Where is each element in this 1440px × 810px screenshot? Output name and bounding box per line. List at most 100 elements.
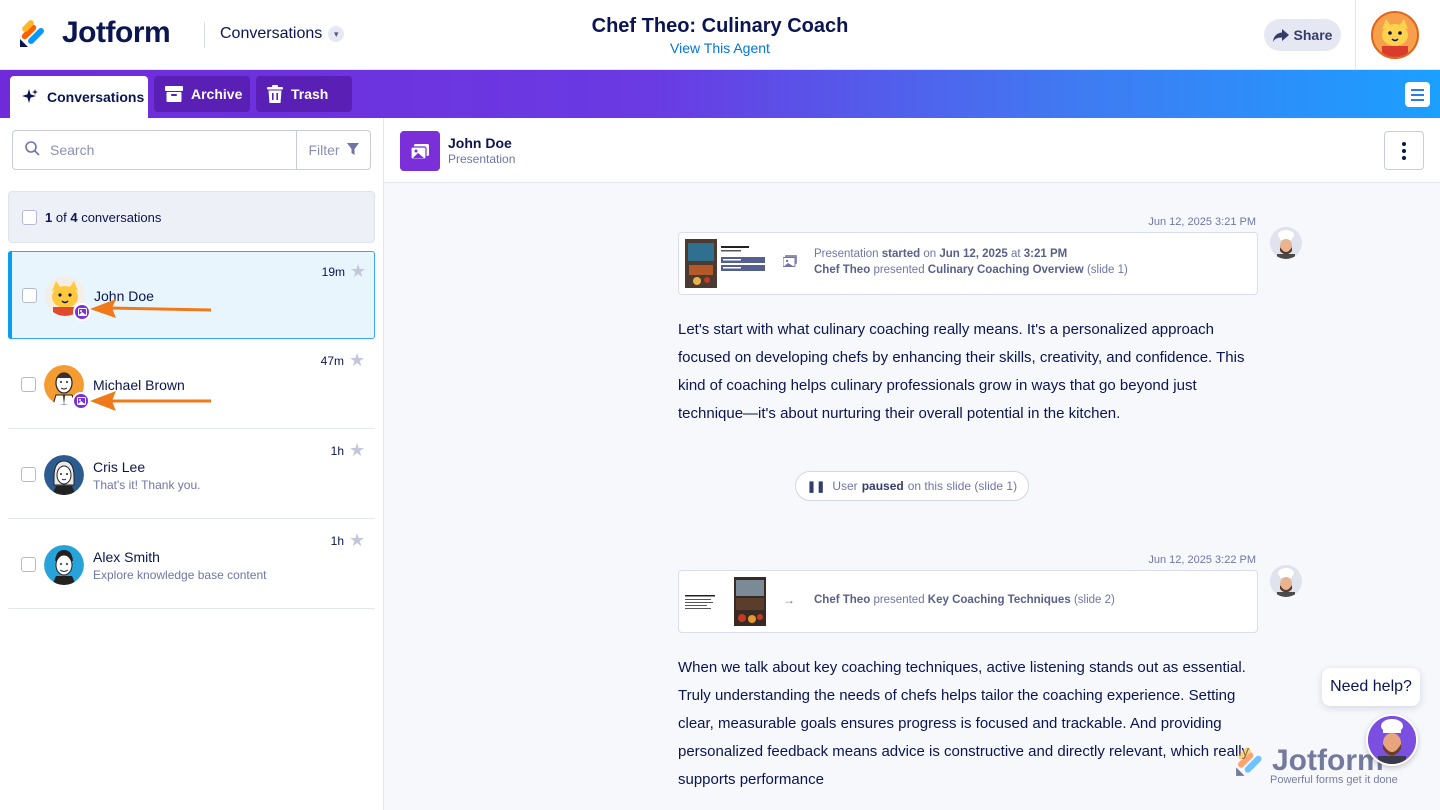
presentation-icon xyxy=(400,131,440,171)
chat-user-name: John Doe xyxy=(448,135,512,151)
text: at xyxy=(1010,248,1021,260)
hamburger-line xyxy=(1411,93,1424,96)
section-dropdown[interactable]: Conversations ▾ xyxy=(220,25,345,43)
share-arrow-icon xyxy=(1272,28,1289,42)
contact-name: Alex Smith xyxy=(93,549,160,565)
agent-message: Let's start with what culinary coaching … xyxy=(678,321,1245,422)
view-agent-link[interactable]: View This Agent xyxy=(520,40,920,56)
conversation-row[interactable]: John Doe 19m ★ xyxy=(8,251,375,339)
chat-user-subtitle: Presentation xyxy=(448,152,516,166)
hamburger-line xyxy=(1411,88,1424,91)
text: Jun 12, 2025 xyxy=(939,248,1008,260)
annotation-arrow xyxy=(90,299,212,318)
need-help-bubble[interactable]: Need help? xyxy=(1322,668,1420,706)
total-count: 4 xyxy=(70,209,78,225)
star-icon[interactable]: ★ xyxy=(349,440,365,461)
header-divider xyxy=(204,22,205,48)
header-divider-right xyxy=(1355,0,1356,70)
arrow-right-icon: → xyxy=(783,593,795,607)
star-icon[interactable]: ★ xyxy=(349,530,365,551)
text: presented xyxy=(873,264,925,276)
count-of: of xyxy=(55,209,67,225)
search-input[interactable] xyxy=(50,142,280,158)
pause-status-pill: ❚❚ User paused on this slide (slide 1) xyxy=(795,471,1029,501)
text: (slide 2) xyxy=(1073,594,1115,606)
count-suffix: conversations xyxy=(81,209,162,225)
brand-name: Jotform xyxy=(62,16,171,49)
event-line-presented: Chef Theo presented Key Coaching Techniq… xyxy=(814,594,1115,606)
agent-title: Chef Theo: Culinary Coach xyxy=(591,15,849,37)
chef-avatar-icon xyxy=(1368,716,1416,764)
agent-avatar xyxy=(1270,227,1302,259)
select-all-checkbox[interactable] xyxy=(22,209,37,225)
cat-avatar-icon xyxy=(1373,13,1417,57)
search-icon xyxy=(25,141,40,159)
presentation-event-card: → Chef Theo presented Key Coaching Techn… xyxy=(678,570,1258,633)
contact-name: Cris Lee xyxy=(93,459,146,475)
message-preview: Explore knowledge base content xyxy=(93,568,267,582)
slide-thumbnail xyxy=(685,577,766,626)
text: Culinary Coaching Overview xyxy=(927,264,1084,276)
hamburger-menu-button[interactable] xyxy=(1405,82,1430,107)
row-checkbox[interactable] xyxy=(22,288,37,303)
event-line-started: Presentation started on Jun 12, 2025 at … xyxy=(814,248,1067,260)
text: Chef Theo xyxy=(814,264,871,276)
presentation-icon xyxy=(77,308,87,316)
filter-label: Filter xyxy=(308,142,340,158)
filter-button[interactable]: Filter xyxy=(296,130,371,170)
selected-count: 1 xyxy=(45,209,53,225)
presentation-icon xyxy=(782,255,797,270)
dot xyxy=(1402,155,1406,160)
text: Presentation xyxy=(814,248,879,260)
tab-archive-label: Archive xyxy=(191,86,243,102)
watermark-tagline: Powerful forms get it done xyxy=(1270,774,1398,786)
share-button[interactable]: Share xyxy=(1264,19,1341,51)
star-icon[interactable]: ★ xyxy=(349,350,365,371)
agent-title-block: Chef Theo: Culinary Coach View This Agen… xyxy=(520,15,920,56)
jotform-watermark: Jotform Powerful forms get it done xyxy=(1234,744,1398,786)
row-checkbox[interactable] xyxy=(21,467,36,482)
chef-avatar-icon xyxy=(1270,227,1302,259)
user-avatar[interactable] xyxy=(1371,11,1419,59)
event-timestamp: Jun 12, 2025 3:21 PM xyxy=(1148,216,1256,228)
star-icon[interactable]: ★ xyxy=(350,261,366,282)
presentation-event-card: Presentation started on Jun 12, 2025 at … xyxy=(678,232,1258,295)
search-box[interactable] xyxy=(12,130,297,170)
text: started xyxy=(881,248,921,260)
jotform-logo-icon xyxy=(20,20,44,47)
dot xyxy=(1402,148,1406,153)
text: paused xyxy=(861,479,904,493)
timestamp: 19m xyxy=(321,265,345,279)
tab-archive[interactable]: Archive xyxy=(154,76,250,112)
jotform-logo[interactable]: Jotform xyxy=(18,16,171,50)
agent-message: When we talk about key coaching techniqu… xyxy=(678,659,1250,788)
avatar xyxy=(44,455,84,495)
conversation-list-panel: Filter 1 of 4 conversations John Doe 19m… xyxy=(0,118,384,810)
text: Key Coaching Techniques xyxy=(927,594,1071,606)
event-line-presented: Chef Theo presented Culinary Coaching Ov… xyxy=(814,264,1128,276)
pause-icon: ❚❚ xyxy=(806,480,826,493)
selection-count-bar: 1 of 4 conversations xyxy=(8,191,375,243)
dot xyxy=(1402,141,1406,146)
jotform-logo-icon xyxy=(1236,747,1262,776)
tab-trash[interactable]: Trash xyxy=(256,76,352,112)
more-options-button[interactable] xyxy=(1384,131,1424,170)
message-preview: That's it! Thank you. xyxy=(93,478,201,492)
conversation-row[interactable]: Michael Brown 47m ★ xyxy=(8,341,375,429)
section-dropdown-label: Conversations xyxy=(220,25,323,42)
text: User xyxy=(832,479,858,493)
slide-thumbnail xyxy=(685,239,766,288)
row-checkbox[interactable] xyxy=(21,557,36,572)
archive-icon xyxy=(165,86,183,102)
funnel-icon xyxy=(346,142,359,158)
conversation-row[interactable]: Cris Lee That's it! Thank you. 1h ★ xyxy=(8,431,375,519)
row-checkbox[interactable] xyxy=(21,377,36,392)
sparkle-icon xyxy=(21,88,39,106)
help-agent-avatar[interactable] xyxy=(1366,714,1418,766)
tab-conversations[interactable]: Conversations xyxy=(10,76,148,118)
annotation-arrow xyxy=(90,391,211,411)
chevron-down-icon: ▾ xyxy=(328,26,345,42)
conversation-row[interactable]: Alex Smith Explore knowledge base conten… xyxy=(8,521,375,609)
tab-conversations-label: Conversations xyxy=(47,89,145,105)
tab-trash-label: Trash xyxy=(291,86,329,102)
